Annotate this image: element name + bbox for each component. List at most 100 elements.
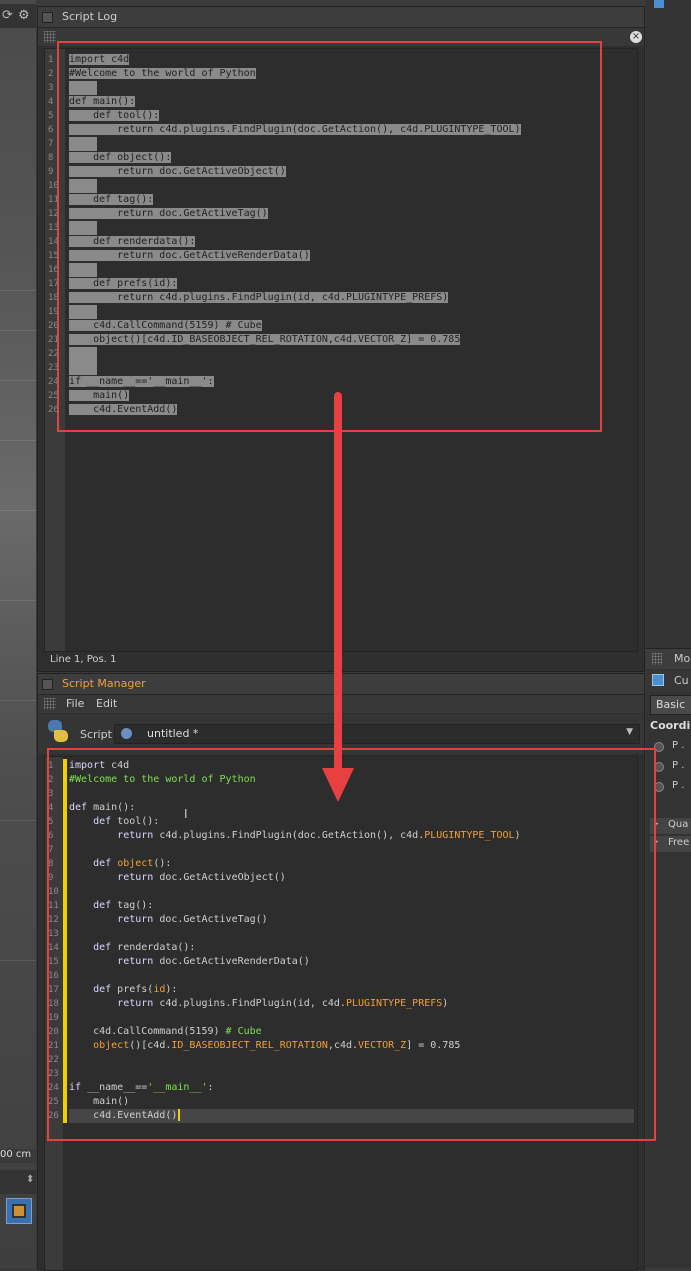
code-line: import c4d [69, 760, 130, 771]
dropdown-stub[interactable]: ⬍ [0, 1170, 36, 1194]
code-line: def object(): [69, 152, 172, 163]
script-label: Script [80, 728, 112, 741]
line-number: 23 [48, 363, 59, 373]
panel-checkbox[interactable] [42, 12, 53, 23]
line-number: 25 [48, 391, 59, 401]
code-line: #Welcome to the world of Python [69, 774, 256, 785]
script-manager-title: Script Manager [62, 677, 146, 690]
code-line: c4d.EventAdd() [69, 404, 178, 415]
menu-file[interactable]: File [66, 695, 84, 713]
line-number: 22 [48, 349, 59, 359]
line-number: 15 [48, 251, 59, 261]
code-line [69, 347, 97, 361]
grip-handle[interactable] [44, 698, 56, 710]
code-line [69, 81, 97, 95]
line-number: 12 [48, 209, 59, 219]
line-number: 19 [48, 307, 59, 317]
line-number: 20 [48, 321, 59, 331]
object-label: Cu [674, 674, 689, 687]
line-number: 26 [48, 405, 59, 415]
line-number: 11 [48, 195, 59, 205]
line-number: 2 [48, 69, 54, 79]
line-number: 14 [48, 237, 59, 247]
code-line: def object(): [93, 858, 172, 869]
grip-handle[interactable] [44, 31, 56, 43]
label-p1: P . [672, 740, 685, 751]
code-line [69, 361, 97, 375]
code-line: object()[c4d.ID_BASEOBJECT_REL_ROTATION,… [69, 334, 461, 345]
cube-icon-top [654, 0, 664, 8]
code-line: return doc.GetActiveTag() [69, 208, 268, 219]
close-icon[interactable]: × [630, 31, 642, 43]
menu-edit[interactable]: Edit [96, 695, 117, 713]
code-line: c4d.EventAdd() [69, 1109, 181, 1123]
code-line: def renderdata(): [69, 236, 196, 247]
line-number: 18 [48, 293, 59, 303]
line-number: 16 [48, 265, 59, 275]
code-line: return doc.GetActiveObject() [117, 872, 286, 883]
code-line: def tag(): [69, 194, 154, 205]
code-line [69, 137, 97, 151]
code-line: main() [69, 390, 130, 401]
code-line: def tool(): [69, 110, 160, 121]
script-select[interactable]: untitled * ▼ [114, 724, 640, 744]
item-quaternion[interactable]: ▸ Qua [650, 818, 691, 834]
python-file-icon [121, 728, 132, 739]
red-arrow [322, 392, 354, 802]
code-line: def main(): [69, 802, 136, 813]
line-number: 21 [48, 335, 59, 345]
script-name: untitled * [147, 727, 199, 740]
radio-p3[interactable] [654, 782, 664, 792]
line-number: 5 [48, 111, 54, 121]
panel-checkbox[interactable] [42, 679, 53, 690]
refresh-icon[interactable]: ⟳ [2, 8, 13, 23]
item-freeze[interactable]: ▸ Free [650, 836, 691, 852]
label-p3: P . [672, 780, 685, 791]
python-icon [46, 719, 70, 743]
code-line: def tool(): [93, 816, 160, 827]
cube-icon [652, 674, 664, 686]
code-line: return doc.GetActiveRenderData() [117, 956, 310, 967]
line-number: 8 [48, 153, 54, 163]
attribute-header-label: Mo [674, 652, 691, 665]
settings-icon[interactable]: ⚙ [18, 8, 30, 23]
code-line [69, 263, 97, 277]
chevron-down-icon: ▼ [626, 727, 633, 737]
line-number: 10 [48, 181, 59, 191]
tab-basic[interactable]: Basic [650, 695, 691, 715]
code-line: c4d.CallCommand(5159) # Cube [69, 1026, 262, 1037]
code-line: return doc.GetActiveObject() [69, 166, 286, 177]
section-coordinates: Coordir [650, 719, 691, 732]
script-log-title: Script Log [62, 10, 118, 23]
attribute-panel-strip: Mo Cu Basic Coordir P . P . P . ▸ Qua ▸ … [646, 0, 691, 1268]
code-line [69, 179, 97, 193]
code-line: return c4d.plugins.FindPlugin(id, c4d.PL… [117, 998, 449, 1009]
code-line: def tag(): [93, 900, 154, 911]
line-number: 6 [48, 125, 54, 135]
cursor-status: Line 1, Pos. 1 [50, 654, 117, 665]
line-number: 9 [48, 167, 54, 177]
label-p2: P . [672, 760, 685, 771]
film-icon[interactable] [6, 1198, 32, 1224]
line-number: 17 [48, 279, 59, 289]
unit-label: 00 cm [0, 1149, 36, 1163]
line-number: 4 [48, 97, 54, 107]
viewport-strip[interactable]: ⟳ ⚙ 00 cm ⬍ [0, 0, 36, 1268]
code-line: #Welcome to the world of Python [69, 68, 256, 79]
code-line: if __name__=='__main__': [69, 1082, 214, 1093]
line-number: 3 [48, 83, 54, 93]
code-line: return doc.GetActiveRenderData() [69, 250, 310, 261]
radio-p1[interactable] [654, 742, 664, 752]
code-line: def main(): [69, 96, 136, 107]
code-line: object()[c4d.ID_BASEOBJECT_REL_ROTATION,… [93, 1040, 461, 1051]
script-editor[interactable]: 1 2 3 4 5 6 7 8 9 10 11 12 13 14 15 16 17 18 19 20 21 22 23 24 2… [44, 756, 638, 1271]
line-number: 24 [48, 377, 59, 387]
caret [178, 1109, 181, 1121]
change-marker [63, 759, 67, 1123]
line-number: 13 [48, 223, 59, 233]
text-cursor-icon: Ⅰ [184, 807, 188, 821]
code-line: return c4d.plugins.FindPlugin(doc.GetAct… [69, 124, 521, 135]
radio-p2[interactable] [654, 762, 664, 772]
chevron-icon: ⬍ [26, 1174, 35, 1185]
triangle-right-icon: ▸ [654, 819, 659, 829]
